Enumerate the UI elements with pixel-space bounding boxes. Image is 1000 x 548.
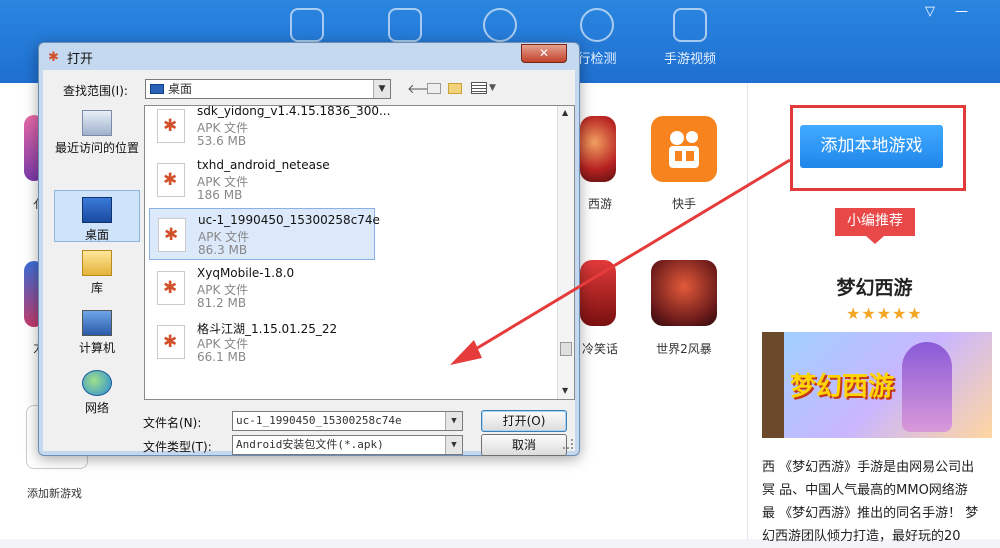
- rating-stars: ★★★★★: [846, 304, 923, 323]
- game-description: 西 《梦幻西游》手游是由网易公司出 冥 品、中国人气最高的MMO网络游 最 《梦…: [762, 456, 994, 548]
- place-label: 库: [90, 281, 103, 295]
- scrollbar-thumb[interactable]: [560, 342, 572, 356]
- file-name: uc-1_1990450_15300258c74e: [198, 213, 380, 227]
- place-label: 计算机: [78, 341, 115, 355]
- place-label: 网络: [84, 401, 109, 415]
- film-icon: [673, 8, 707, 42]
- file-list[interactable]: sdk_yidong_v1.4.15.1836_300... APK 文件 53…: [144, 105, 575, 400]
- apk-file-icon: [157, 325, 185, 359]
- place-desktop[interactable]: 桌面: [54, 190, 140, 242]
- dialog-close-button[interactable]: ✕: [521, 44, 567, 63]
- dialog-title: 打开: [67, 52, 94, 67]
- file-name: txhd_android_netease: [197, 158, 330, 172]
- recommend-panel: 添加本地游戏 小编推荐 梦幻西游 ★★★★★ 梦幻西游 西 《梦幻西游》手游是由…: [747, 83, 1000, 544]
- banner-left-art: [762, 332, 784, 438]
- cancel-button[interactable]: 取消: [481, 434, 567, 456]
- tab-label: 手游视频: [663, 52, 716, 67]
- file-size: 86.3 MB: [198, 243, 248, 257]
- view-menu-icon[interactable]: [471, 82, 487, 94]
- gamepad-icon: [290, 8, 324, 42]
- tab-videos[interactable]: 手游视频: [645, 8, 735, 67]
- banner-logo-text: 梦幻西游: [790, 372, 895, 402]
- file-name: sdk_yidong_v1.4.15.1836_300...: [197, 105, 391, 118]
- chevron-down-icon[interactable]: ▼: [489, 83, 496, 93]
- desc-line: 最 《梦幻西游》推出的同名手游！ 梦: [762, 506, 979, 521]
- file-item[interactable]: XyqMobile-1.8.0 APK 文件 81.2 MB: [149, 262, 375, 314]
- filetype-select[interactable]: Android安装包文件(*.apk) ▼: [232, 435, 463, 455]
- minimize-button[interactable]: —: [955, 4, 968, 19]
- banner-character: [902, 342, 952, 432]
- game-label: 快手: [671, 197, 696, 211]
- open-file-dialog: ✱ 打开 ✕ 查找范围(I): 桌面 ▼ 🡐 ▼ 最近访问的位置 桌面 库 计算…: [38, 42, 580, 456]
- file-size: 186 MB: [197, 188, 243, 202]
- user-icon: [483, 8, 517, 42]
- place-recent[interactable]: 最近访问的位置: [54, 110, 140, 156]
- svg-text:✱: ✱: [48, 50, 59, 63]
- place-label: 桌面: [84, 228, 109, 242]
- place-computer[interactable]: 计算机: [54, 310, 140, 356]
- computer-icon: [82, 310, 112, 336]
- file-list-scrollbar[interactable]: ▲ ▼: [557, 106, 574, 399]
- file-size: 53.6 MB: [197, 134, 247, 148]
- apk-file-icon: [158, 218, 186, 252]
- chevron-down-icon: ▼: [445, 436, 462, 454]
- game-icon-xiyou[interactable]: [580, 116, 616, 182]
- add-new-game-label: 添加新游戏: [27, 487, 82, 500]
- file-size: 66.1 MB: [197, 350, 247, 364]
- place-library[interactable]: 库: [54, 250, 140, 296]
- new-folder-icon[interactable]: [448, 83, 462, 94]
- place-label: 最近访问的位置: [54, 141, 139, 155]
- apk-file-icon: [157, 109, 185, 143]
- app-logo-icon: ✱: [48, 50, 59, 63]
- look-in-label: 查找范围(I):: [63, 84, 128, 98]
- desc-line: 西 《梦幻西游》手游是由网易公司出: [762, 460, 975, 475]
- look-in-select[interactable]: 桌面 ▼: [145, 79, 391, 99]
- game-icon-kuaishou[interactable]: [651, 116, 717, 182]
- gear-icon: [580, 8, 614, 42]
- apps-grid-icon: [388, 8, 422, 42]
- file-name: XyqMobile-1.8.0: [197, 266, 295, 280]
- desktop-small-icon: [150, 84, 164, 94]
- game-icon-world2[interactable]: [651, 260, 717, 326]
- tab-label: 行检测: [577, 52, 617, 67]
- chevron-down-icon[interactable]: ▼: [445, 412, 462, 430]
- scroll-down-icon[interactable]: ▼: [562, 386, 568, 395]
- kuaishou-logo-icon: [669, 131, 699, 168]
- desc-line: 冥 品、中国人气最高的MMO网络游: [762, 483, 968, 498]
- dialog-body: 查找范围(I): 桌面 ▼ 🡐 ▼ 最近访问的位置 桌面 库 计算机 网络 ✱ …: [43, 70, 575, 456]
- game-label: 世界2风暴: [656, 342, 712, 356]
- filename-input[interactable]: uc-1_1990450_15300258c74e ▼: [232, 411, 463, 431]
- apk-file-icon: [157, 163, 185, 197]
- filename-label: 文件名(N):: [143, 416, 202, 430]
- recommend-ribbon: 小编推荐: [835, 208, 915, 244]
- chevron-down-icon: ▼: [373, 80, 390, 98]
- desc-line: 幻西游团队倾力打造，最好玩的20: [762, 529, 961, 544]
- desktop-icon: [82, 197, 112, 223]
- open-button[interactable]: 打开(O): [481, 410, 567, 432]
- file-item[interactable]: 格斗江湖_1.15.01.25_22 APK 文件 66.1 MB: [149, 316, 375, 368]
- featured-banner[interactable]: 梦幻西游: [762, 332, 992, 438]
- place-network[interactable]: 网络: [54, 370, 140, 416]
- look-in-value: 桌面: [168, 82, 193, 96]
- file-item[interactable]: txhd_android_netease APK 文件 186 MB: [149, 154, 375, 206]
- file-item[interactable]: sdk_yidong_v1.4.15.1836_300... APK 文件 53…: [149, 106, 390, 152]
- filename-value: uc-1_1990450_15300258c74e: [236, 414, 402, 427]
- places-bar: 最近访问的位置 桌面 库 计算机 网络: [54, 104, 140, 415]
- filetype-label: 文件类型(T):: [143, 440, 212, 454]
- apk-file-icon: [157, 271, 185, 305]
- scroll-up-icon[interactable]: ▲: [562, 108, 568, 117]
- game-icon-lengxiaohua[interactable]: [580, 260, 616, 326]
- filetype-value: Android安装包文件(*.apk): [236, 438, 384, 451]
- dropdown-menu-button[interactable]: ▽: [925, 4, 935, 19]
- add-local-game-button[interactable]: 添加本地游戏: [800, 125, 943, 168]
- recent-icon: [82, 110, 112, 136]
- featured-game-title: 梦幻西游: [836, 277, 913, 299]
- resize-grip-icon[interactable]: [563, 439, 573, 449]
- file-size: 81.2 MB: [197, 296, 247, 310]
- up-folder-icon[interactable]: [427, 83, 441, 94]
- library-icon: [82, 250, 112, 276]
- network-icon: [82, 370, 112, 396]
- file-item-selected[interactable]: uc-1_1990450_15300258c74e APK 文件 86.3 MB: [149, 208, 380, 260]
